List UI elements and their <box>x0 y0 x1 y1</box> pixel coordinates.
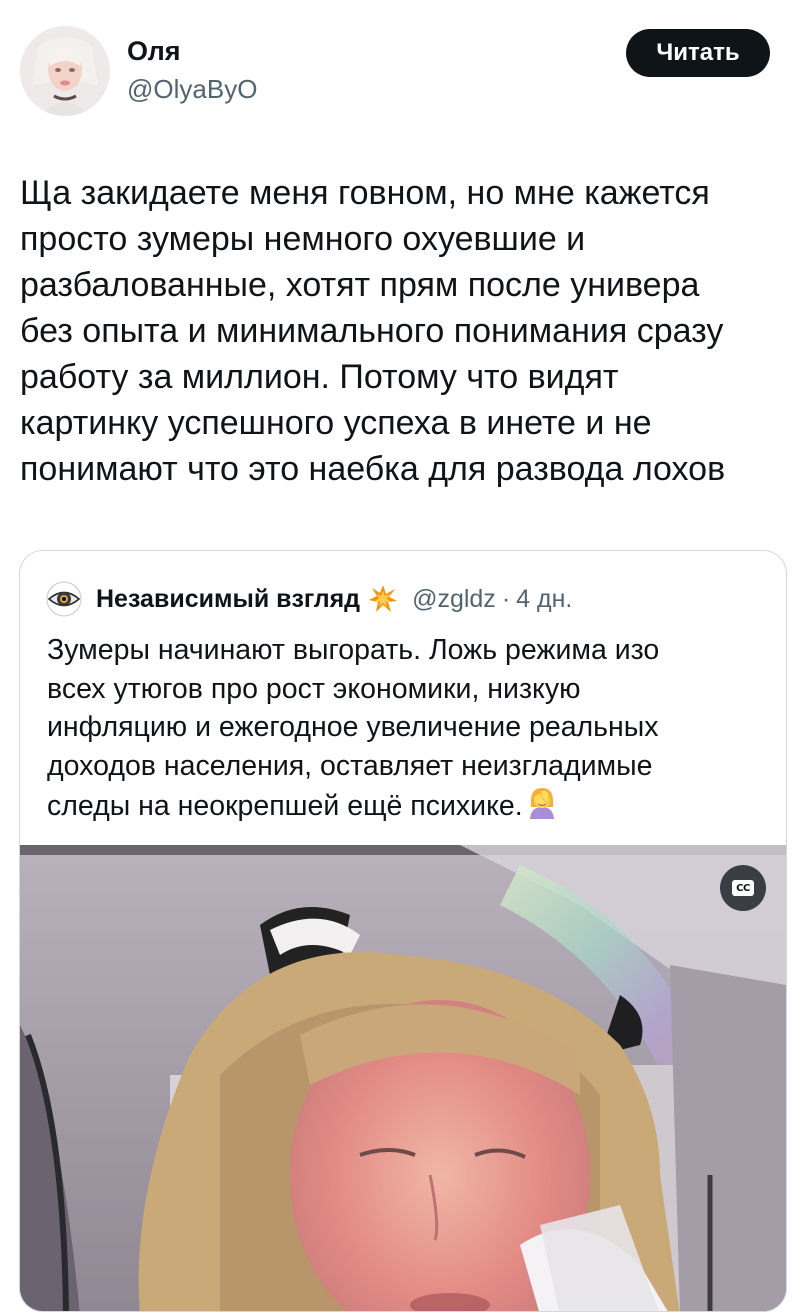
quoted-author-avatar[interactable] <box>46 581 82 617</box>
quoted-tweet-time[interactable]: 4 дн. <box>516 585 572 614</box>
closed-captions-button[interactable]: CC <box>720 865 766 911</box>
tweet-header: Оля @OlyaByO Читать <box>0 0 805 130</box>
collision-icon <box>368 584 398 614</box>
facepalm-icon <box>525 785 559 819</box>
quoted-author-name[interactable]: Независимый взгляд <box>96 585 360 614</box>
quoted-tweet-body: Зумеры начинают выгорать. Ложь режима из… <box>47 634 660 822</box>
quoted-tweet-card[interactable]: Независимый взгляд @zgldz · 4 дн. Зумеры… <box>19 550 787 1312</box>
video-player[interactable]: CC <box>20 845 786 1311</box>
quoted-author-handle[interactable]: @zgldz <box>412 585 496 614</box>
tweet-text: Ща закидаете меня говном, но мне кажется… <box>20 174 726 488</box>
profile-photo-icon <box>20 26 110 116</box>
closed-captions-icon: CC <box>732 880 754 896</box>
author-name[interactable]: Оля <box>127 36 181 67</box>
eye-logo-icon <box>46 581 82 617</box>
quoted-tweet-text: Зумеры начинают выгорать. Ложь режима из… <box>47 631 757 826</box>
separator-dot: · <box>501 584 511 613</box>
quoted-tweet-header: Независимый взгляд @zgldz · 4 дн. <box>46 579 572 619</box>
author-avatar[interactable] <box>20 26 110 116</box>
author-handle[interactable]: @OlyaByO <box>127 74 257 105</box>
follow-button[interactable]: Читать <box>626 29 770 77</box>
video-frame <box>20 845 786 1311</box>
